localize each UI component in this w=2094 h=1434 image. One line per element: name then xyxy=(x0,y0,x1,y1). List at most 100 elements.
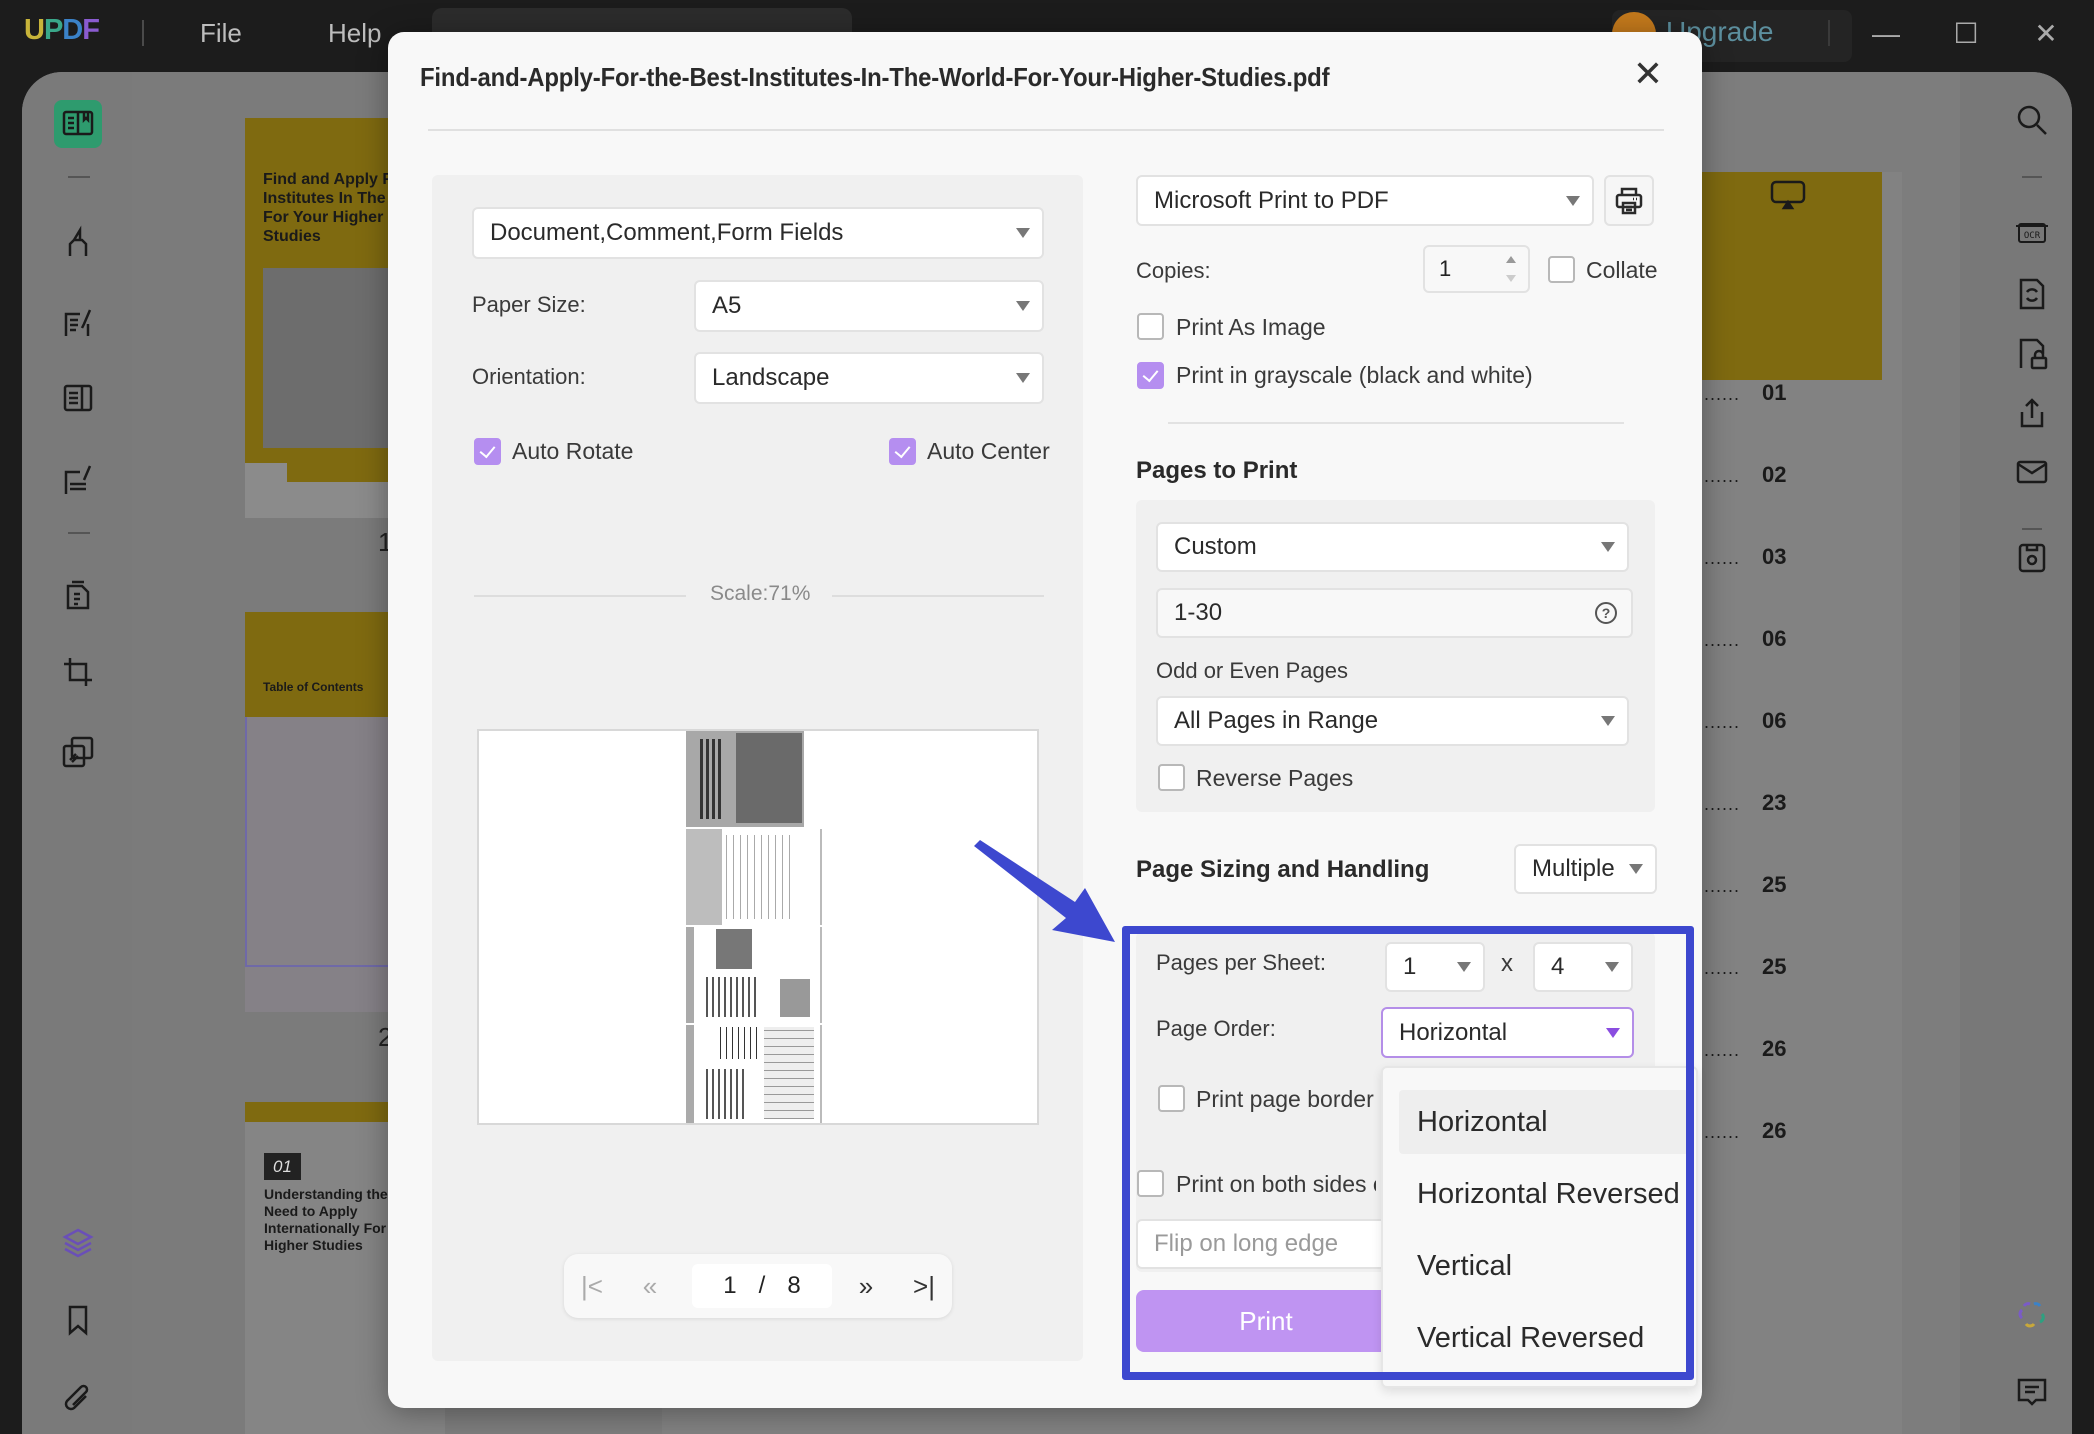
protect-icon[interactable] xyxy=(2012,334,2052,374)
page-range-value: 1-30 xyxy=(1174,599,1223,626)
chevron-down-icon xyxy=(1629,864,1643,874)
highlighter-icon[interactable] xyxy=(54,218,102,266)
divider xyxy=(142,20,144,46)
grayscale-checkbox[interactable] xyxy=(1137,362,1164,389)
reader-icon[interactable] xyxy=(54,100,102,148)
flip-edge-select[interactable]: Flip on long edge xyxy=(1136,1219,1396,1269)
ai-assistant-icon[interactable] xyxy=(2012,1294,2052,1334)
pages-per-sheet-columns-select[interactable]: 1 xyxy=(1385,942,1485,992)
auto-rotate-checkbox[interactable] xyxy=(474,438,501,465)
preview-page-4 xyxy=(686,1025,822,1123)
chapter-badge: 01 xyxy=(264,1153,301,1180)
page-order-option[interactable]: Horizontal Reversed xyxy=(1399,1162,1689,1226)
copies-value: 1 xyxy=(1439,256,1452,281)
layers-icon[interactable] xyxy=(54,1218,102,1266)
printer-properties-button[interactable] xyxy=(1604,175,1654,226)
paper-size-select[interactable]: A5 xyxy=(694,280,1044,332)
pages-per-sheet-label: Pages per Sheet: xyxy=(1156,950,1327,975)
multiply-sign: x xyxy=(1501,950,1513,977)
form-edit-icon[interactable] xyxy=(54,456,102,504)
toc-page-number: 25 xyxy=(1762,954,1787,979)
thumbnail-title: Understanding the Need to Apply Internat… xyxy=(264,1186,388,1253)
chevron-down-icon xyxy=(1016,228,1030,238)
toc-leader: ...... xyxy=(1704,548,1741,568)
toc-leader: ...... xyxy=(1704,630,1741,650)
print-button[interactable]: Print xyxy=(1136,1290,1396,1352)
next-page-button[interactable]: » xyxy=(846,1266,886,1306)
page-order-select[interactable]: Horizontal xyxy=(1381,1007,1634,1058)
convert-icon[interactable] xyxy=(2012,274,2052,314)
printer-select[interactable]: Microsoft Print to PDF xyxy=(1136,175,1594,226)
print-page-border-checkbox[interactable] xyxy=(1158,1085,1185,1112)
auto-center-checkbox[interactable] xyxy=(889,438,916,465)
orientation-label: Orientation: xyxy=(472,364,586,389)
both-sides-checkbox[interactable] xyxy=(1137,1170,1164,1197)
content-select[interactable]: Document,Comment,Form Fields xyxy=(472,207,1044,259)
menu-help[interactable]: Help xyxy=(328,18,381,49)
page-range-mode-select[interactable]: Custom xyxy=(1156,522,1629,572)
ocr-icon[interactable]: OCR xyxy=(2012,212,2052,252)
toc-leader: ...... xyxy=(1704,466,1741,486)
email-icon[interactable] xyxy=(2012,452,2052,492)
page-order-option[interactable]: Horizontal xyxy=(1399,1090,1689,1154)
page-order-option[interactable]: Vertical xyxy=(1399,1234,1689,1298)
preview-pages xyxy=(686,731,826,1123)
toc-page-number: 26 xyxy=(1762,1118,1787,1143)
pages-per-sheet-rows-select[interactable]: 4 xyxy=(1533,942,1633,992)
print-as-image-checkbox[interactable] xyxy=(1137,313,1164,340)
help-icon[interactable]: ? xyxy=(1595,602,1617,624)
page-layout-icon[interactable] xyxy=(54,374,102,422)
chevron-down-icon xyxy=(1606,1027,1620,1038)
odd-even-select[interactable]: All Pages in Range xyxy=(1156,696,1629,746)
search-icon[interactable] xyxy=(2012,100,2052,140)
divider xyxy=(2022,176,2042,178)
collate-label: Collate xyxy=(1586,257,1658,283)
window-close-button[interactable]: ✕ xyxy=(2026,14,2066,54)
minimize-button[interactable]: — xyxy=(1866,14,1906,54)
menu-file[interactable]: File xyxy=(200,18,242,49)
page-range-input[interactable]: 1-30 ? xyxy=(1156,588,1633,638)
attachment-icon[interactable] xyxy=(54,1376,102,1424)
collate-checkbox[interactable] xyxy=(1548,256,1575,283)
bookmark-icon[interactable] xyxy=(54,1296,102,1344)
batch-icon[interactable] xyxy=(54,728,102,776)
odd-even-label: Odd or Even Pages xyxy=(1156,658,1349,683)
both-sides-label: Print on both sides of paper xyxy=(1176,1171,1376,1197)
previous-page-button[interactable]: « xyxy=(630,1266,670,1306)
crop-icon[interactable] xyxy=(54,648,102,696)
page-number-input[interactable]: 1 / 8 xyxy=(692,1264,832,1308)
pages-per-sheet-rows-value: 4 xyxy=(1551,953,1565,980)
first-page-button[interactable]: |< xyxy=(572,1266,612,1306)
toc-leader: ...... xyxy=(1704,1122,1741,1142)
page-sizing-mode-select[interactable]: Multiple xyxy=(1514,844,1657,894)
toc-leader: ...... xyxy=(1704,384,1741,404)
printer-icon xyxy=(1615,187,1643,214)
page-order-label: Page Order: xyxy=(1156,1016,1276,1041)
toc-page-number: 26 xyxy=(1762,1036,1787,1061)
decrement-icon[interactable] xyxy=(1506,275,1516,282)
share-icon[interactable] xyxy=(2012,394,2052,434)
toc-page-number: 23 xyxy=(1762,790,1787,815)
organize-pages-icon[interactable] xyxy=(54,570,102,618)
save-icon[interactable] xyxy=(2012,538,2052,578)
thumbnail-panel: Find and Apply For Institutes In The Wor… xyxy=(132,72,445,1434)
page-sizing-mode-value: Multiple xyxy=(1532,855,1615,882)
orientation-select[interactable]: Landscape xyxy=(694,352,1044,404)
reverse-pages-checkbox[interactable] xyxy=(1158,764,1185,791)
page-order-option[interactable]: Vertical Reversed xyxy=(1399,1306,1689,1370)
toc-page-number: 01 xyxy=(1762,380,1787,405)
last-page-button[interactable]: >| xyxy=(904,1266,944,1306)
divider xyxy=(474,595,686,597)
chevron-down-icon xyxy=(1566,195,1580,206)
page-order-dropdown-menu: Horizontal Horizontal Reversed Vertical … xyxy=(1381,1066,1698,1388)
divider xyxy=(1168,422,1624,424)
close-button[interactable]: ✕ xyxy=(1628,54,1668,94)
toc-page-number: 06 xyxy=(1762,708,1787,733)
maximize-button[interactable]: ☐ xyxy=(1946,14,1986,54)
comment-icon[interactable] xyxy=(2012,1372,2052,1412)
edit-text-icon[interactable] xyxy=(54,298,102,346)
copies-stepper[interactable]: 1 xyxy=(1423,245,1530,293)
increment-icon[interactable] xyxy=(1506,256,1516,263)
scale-label: Scale:71% xyxy=(710,582,811,605)
present-icon[interactable] xyxy=(1770,180,1806,215)
